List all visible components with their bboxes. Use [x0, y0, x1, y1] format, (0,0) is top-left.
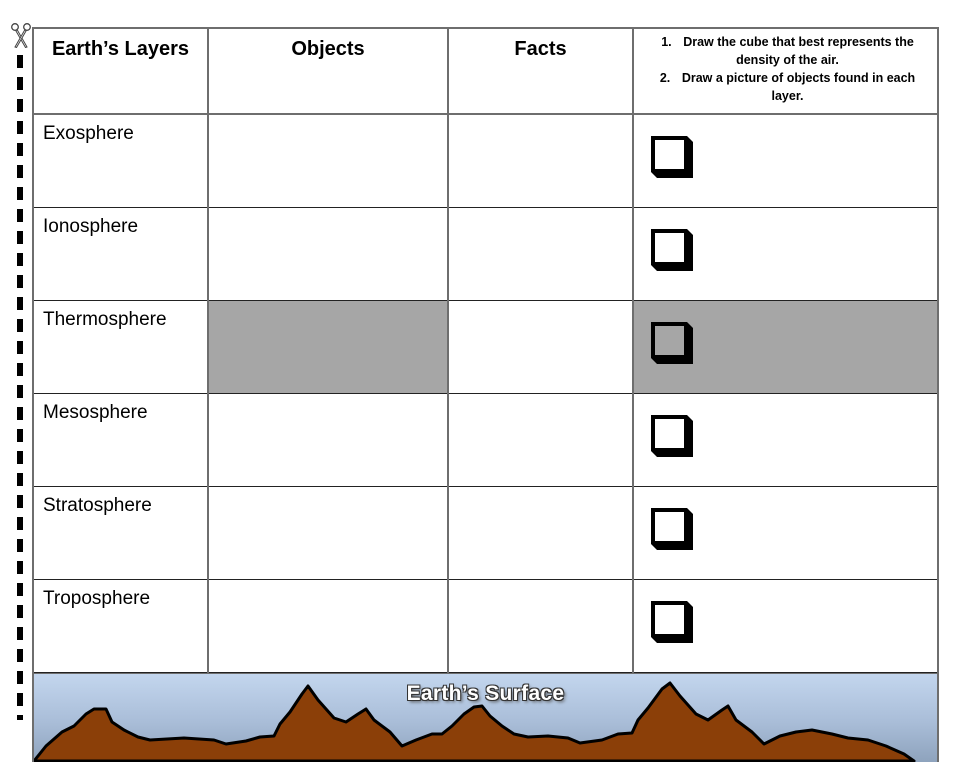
cube-icon [651, 508, 693, 550]
objects-cell[interactable] [207, 113, 449, 208]
layer-row: Exosphere [32, 113, 939, 208]
header-instructions: 1. Draw the cube that best represents the… [632, 27, 939, 115]
facts-cell[interactable] [447, 207, 634, 301]
facts-cell[interactable] [447, 300, 634, 394]
scissors-icon [11, 23, 31, 48]
layer-name: Exosphere [43, 123, 134, 144]
cube-icon [651, 136, 693, 178]
density-cell[interactable] [632, 113, 939, 208]
layer-name-cell: Stratosphere [32, 486, 209, 580]
earth-surface-banner: Earth’s Surface [32, 673, 939, 762]
density-cell[interactable] [632, 486, 939, 580]
layer-name-cell: Ionosphere [32, 207, 209, 301]
header-facts: Facts [447, 27, 634, 115]
instruction-item: 1. Draw the cube that best represents the… [661, 35, 914, 67]
instructions-list: 1. Draw the cube that best represents the… [644, 33, 931, 105]
layer-name-cell: Mesosphere [32, 393, 209, 487]
layer-row: Thermosphere [32, 300, 939, 394]
layer-name: Stratosphere [43, 495, 152, 516]
header-objects: Objects [207, 27, 449, 115]
density-cell[interactable] [632, 300, 939, 394]
layer-name: Ionosphere [43, 216, 139, 237]
objects-cell[interactable] [207, 300, 449, 394]
layers-worksheet: Earth’s Layers Objects Facts 1. Draw the … [32, 27, 939, 762]
layer-name-cell: Thermosphere [32, 300, 209, 394]
facts-cell[interactable] [447, 113, 634, 208]
cube-icon [651, 322, 693, 364]
layer-row: Stratosphere [32, 486, 939, 580]
facts-cell[interactable] [447, 579, 634, 673]
density-cell[interactable] [632, 579, 939, 673]
header-layers: Earth’s Layers [32, 27, 209, 115]
layer-row: Ionosphere [32, 207, 939, 301]
layer-name: Mesosphere [43, 402, 148, 423]
layers-table: Earth’s Layers Objects Facts 1. Draw the … [32, 27, 939, 673]
layer-row: Mesosphere [32, 393, 939, 487]
density-cell[interactable] [632, 393, 939, 487]
facts-cell[interactable] [447, 486, 634, 580]
cube-icon [651, 229, 693, 271]
facts-cell[interactable] [447, 393, 634, 487]
objects-cell[interactable] [207, 393, 449, 487]
layer-name: Troposphere [43, 588, 151, 609]
objects-cell[interactable] [207, 486, 449, 580]
cube-icon [651, 601, 693, 643]
cube-icon [651, 415, 693, 457]
layer-row: Troposphere [32, 579, 939, 673]
layer-name-cell: Troposphere [32, 579, 209, 673]
layer-name-cell: Exosphere [32, 113, 209, 208]
instruction-item: 2. Draw a picture of objects found in eac… [659, 71, 916, 103]
objects-cell[interactable] [207, 207, 449, 301]
earth-surface-label: Earth’s Surface [406, 682, 565, 705]
cut-line [17, 55, 23, 720]
layer-name: Thermosphere [43, 309, 167, 330]
density-cell[interactable] [632, 207, 939, 301]
objects-cell[interactable] [207, 579, 449, 673]
header-row: Earth’s Layers Objects Facts 1. Draw the … [32, 27, 939, 115]
